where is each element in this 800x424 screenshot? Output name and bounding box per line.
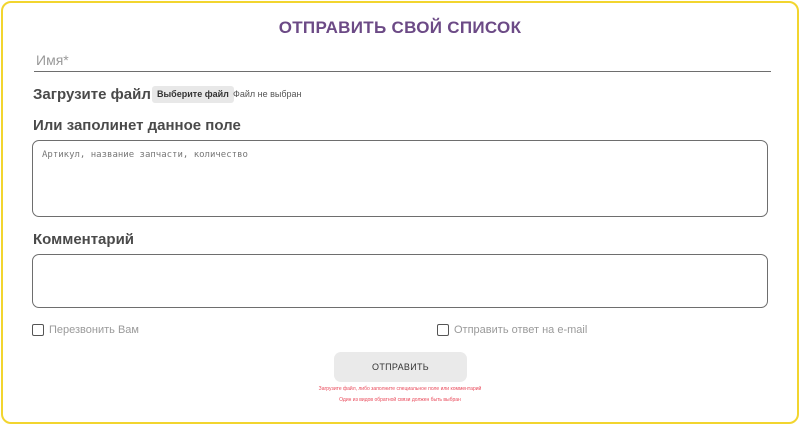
callback-option[interactable]: Перезвонить Вам	[32, 324, 139, 336]
callback-checkbox[interactable]	[32, 324, 44, 336]
validation-error-contact: Один из видов обратной связи должен быть…	[339, 397, 461, 403]
comment-label: Комментарий	[33, 231, 135, 248]
name-input[interactable]	[34, 49, 771, 72]
callback-label: Перезвонить Вам	[49, 324, 139, 336]
email-reply-option[interactable]: Отправить ответ на e-mail	[437, 324, 587, 336]
file-status: Файл не выбран	[233, 89, 302, 99]
comment-textarea[interactable]	[32, 254, 768, 308]
email-reply-checkbox[interactable]	[437, 324, 449, 336]
form-title: ОТПРАВИТЬ СВОЙ СПИСОК	[278, 18, 522, 37]
email-reply-label: Отправить ответ на e-mail	[454, 324, 588, 336]
submit-button[interactable]: ОТПРАВИТЬ	[334, 352, 467, 382]
validation-error-file: Загрузите файл, либо заполните специальн…	[318, 386, 482, 392]
parts-textarea[interactable]	[32, 140, 768, 217]
choose-file-button[interactable]: Выберите файл	[152, 86, 234, 103]
upload-label: Загрузите файл	[33, 86, 151, 103]
fill-field-label: Или заполинет данное поле	[33, 117, 241, 134]
